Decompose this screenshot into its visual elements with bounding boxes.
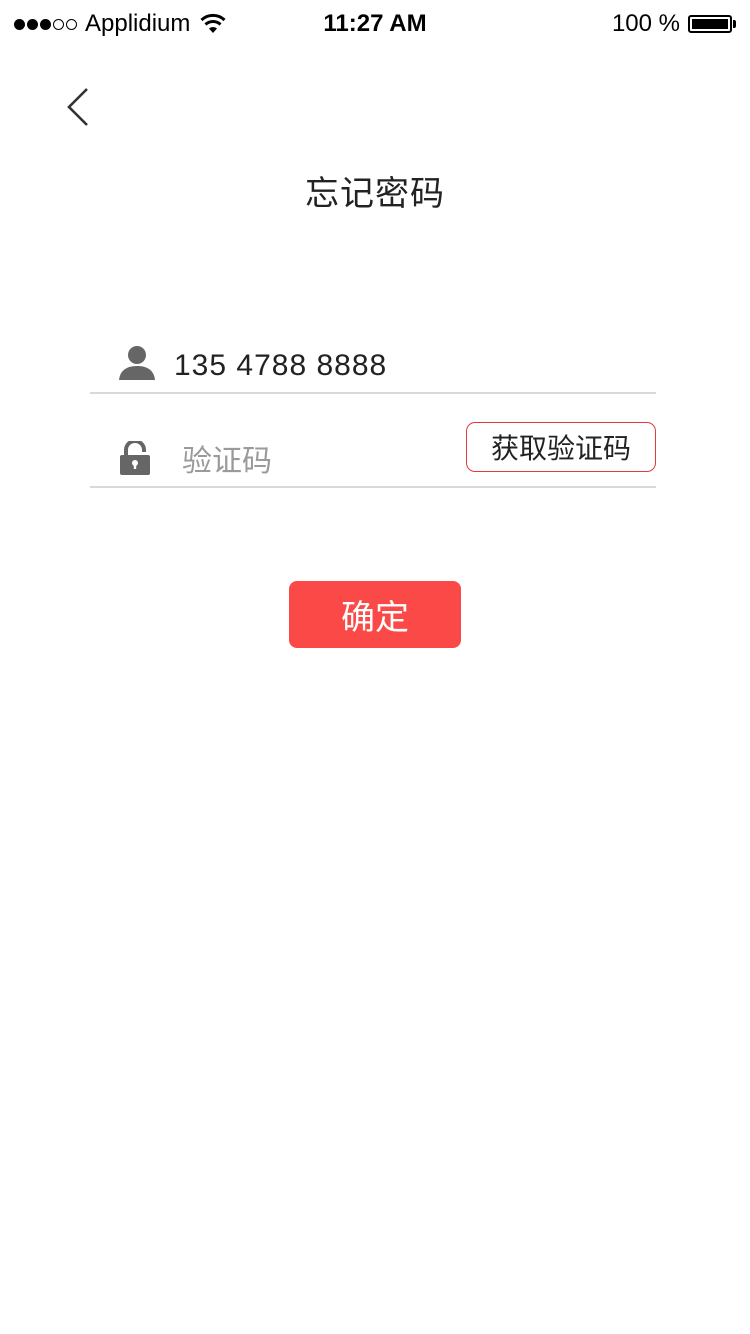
chevron-left-icon	[67, 88, 88, 126]
battery-percentage: 100 %	[611, 10, 680, 37]
page-title: 忘记密码	[305, 175, 445, 213]
verification-code-field: 获取验证码	[90, 420, 656, 488]
confirm-button[interactable]: 确定	[289, 581, 461, 648]
get-verification-code-button[interactable]: 获取验证码	[466, 422, 656, 472]
verification-code-input[interactable]	[182, 442, 442, 482]
battery-fill	[692, 19, 728, 29]
user-icon	[118, 344, 156, 382]
phone-number-value[interactable]: 135 4788 8888	[174, 346, 387, 386]
battery-cap	[733, 20, 736, 28]
status-bar: Applidium 11:27 AM 100 %	[0, 0, 750, 48]
lock-icon	[118, 440, 152, 476]
phone-field: 135 4788 8888	[90, 336, 656, 394]
battery-group: 100 %	[612, 8, 736, 40]
battery-icon	[688, 15, 732, 33]
back-button[interactable]	[56, 82, 100, 132]
